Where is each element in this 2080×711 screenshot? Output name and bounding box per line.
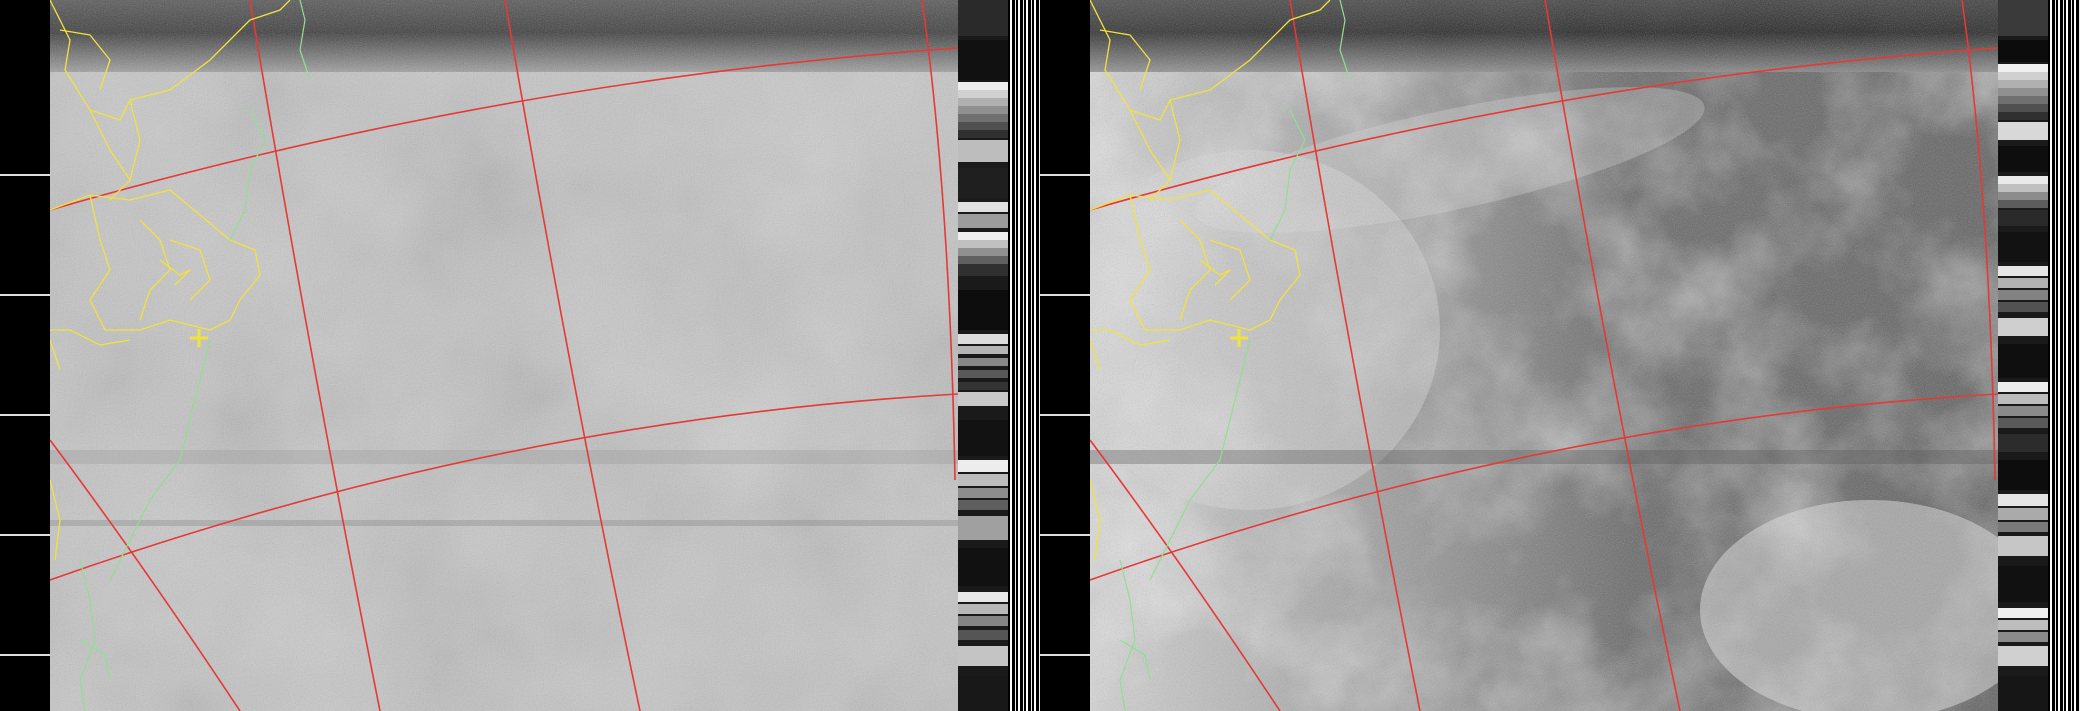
channel-a-frame bbox=[0, 0, 1040, 711]
minute-marker bbox=[0, 654, 50, 656]
minute-marker bbox=[0, 294, 50, 296]
channel-b-frame bbox=[1040, 0, 2080, 711]
channel-b-sync-bars bbox=[2048, 0, 2080, 711]
minute-marker bbox=[1040, 294, 1090, 296]
channel-b-telemetry-wedges bbox=[1998, 0, 2048, 711]
channel-a-sync-strip bbox=[0, 0, 50, 711]
channel-a-sync-bars bbox=[1008, 0, 1040, 711]
channel-a-map-overlay bbox=[50, 0, 958, 711]
telemetry-wedge-strip bbox=[1998, 0, 2048, 711]
channel-b-satellite-image bbox=[1090, 0, 1998, 711]
channel-b-map-overlay bbox=[1090, 0, 1998, 711]
channel-a-satellite-image bbox=[50, 0, 958, 711]
minute-marker bbox=[1040, 174, 1090, 176]
channel-a-telemetry-wedges bbox=[958, 0, 1008, 711]
minute-marker bbox=[1040, 534, 1090, 536]
minute-marker bbox=[1040, 654, 1090, 656]
minute-marker bbox=[0, 414, 50, 416]
minute-marker bbox=[1040, 414, 1090, 416]
channel-b-sync-strip bbox=[1040, 0, 1090, 711]
minute-marker bbox=[0, 174, 50, 176]
telemetry-wedge-strip bbox=[958, 0, 1008, 711]
minute-marker bbox=[0, 534, 50, 536]
